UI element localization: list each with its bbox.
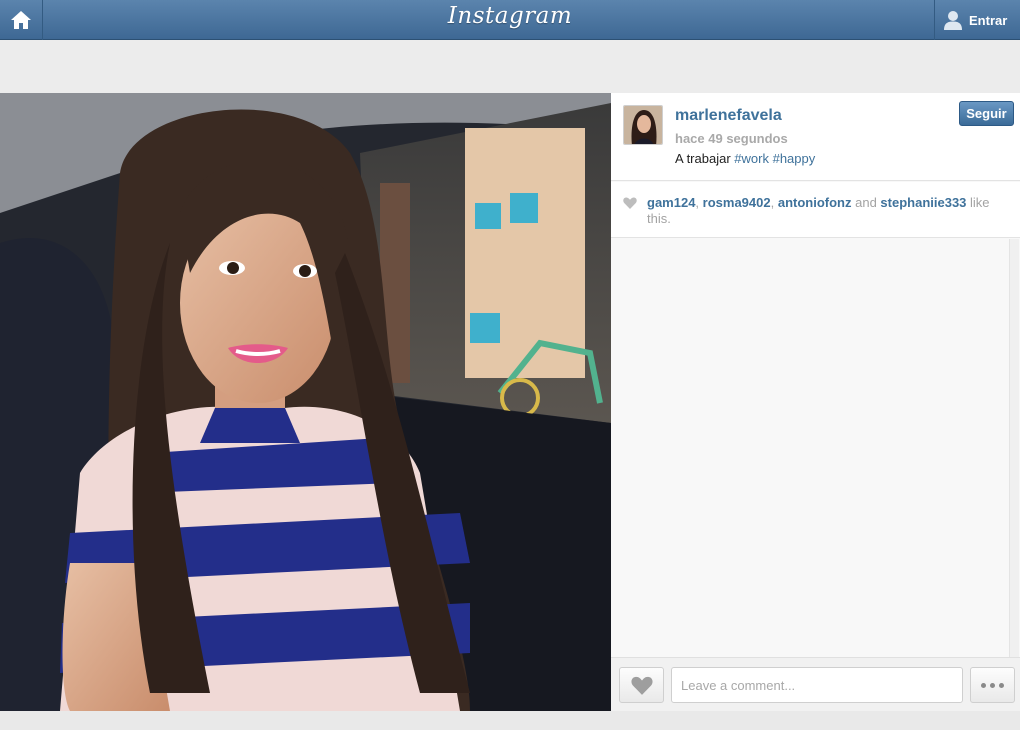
- likes-separator: ,: [770, 195, 778, 210]
- post-caption: A trabajar #work #happy: [675, 151, 815, 166]
- login-label: Entrar: [969, 12, 1008, 28]
- post-header: marlenefavela hace 49 segundos A trabaja…: [611, 93, 1020, 181]
- more-icon: [981, 682, 986, 688]
- user-icon: [944, 11, 962, 30]
- comments-scrollbar[interactable]: [1009, 239, 1019, 657]
- post-photo: [0, 93, 611, 711]
- post-timestamp: hace 49 segundos: [675, 131, 788, 146]
- comment-input[interactable]: [671, 667, 963, 703]
- more-icon: [999, 682, 1004, 688]
- likes-separator: ,: [695, 195, 703, 210]
- caption-text: A trabajar: [675, 151, 731, 166]
- photo-illustration: [0, 93, 611, 711]
- comment-bar: [611, 657, 1020, 711]
- hashtag-link[interactable]: #work: [734, 151, 769, 166]
- more-icon: [990, 682, 995, 688]
- username-link[interactable]: marlenefavela: [675, 107, 782, 125]
- hashtag-link[interactable]: #happy: [773, 151, 816, 166]
- heart-icon: [623, 197, 637, 209]
- instagram-logo[interactable]: Instagram: [0, 3, 1020, 29]
- login-button[interactable]: Entrar: [934, 0, 1020, 40]
- liker-link[interactable]: antoniofonz: [778, 195, 852, 210]
- post-side-panel: marlenefavela hace 49 segundos A trabaja…: [611, 93, 1020, 711]
- top-bar: Instagram Entrar: [0, 0, 1020, 40]
- likes-and: and: [851, 195, 881, 210]
- heart-icon: [630, 676, 653, 695]
- likes-summary: gam124, rosma9402, antoniofonz and steph…: [611, 182, 1020, 238]
- liker-link[interactable]: stephaniie333: [880, 195, 966, 210]
- liker-link[interactable]: rosma9402: [703, 195, 771, 210]
- like-button[interactable]: [619, 667, 664, 703]
- more-options-button[interactable]: [970, 667, 1015, 703]
- avatar-image: [624, 106, 662, 144]
- follow-button[interactable]: Seguir: [959, 101, 1014, 126]
- page-bottom: [0, 711, 1020, 730]
- liker-link[interactable]: gam124: [647, 195, 695, 210]
- avatar[interactable]: [623, 105, 663, 145]
